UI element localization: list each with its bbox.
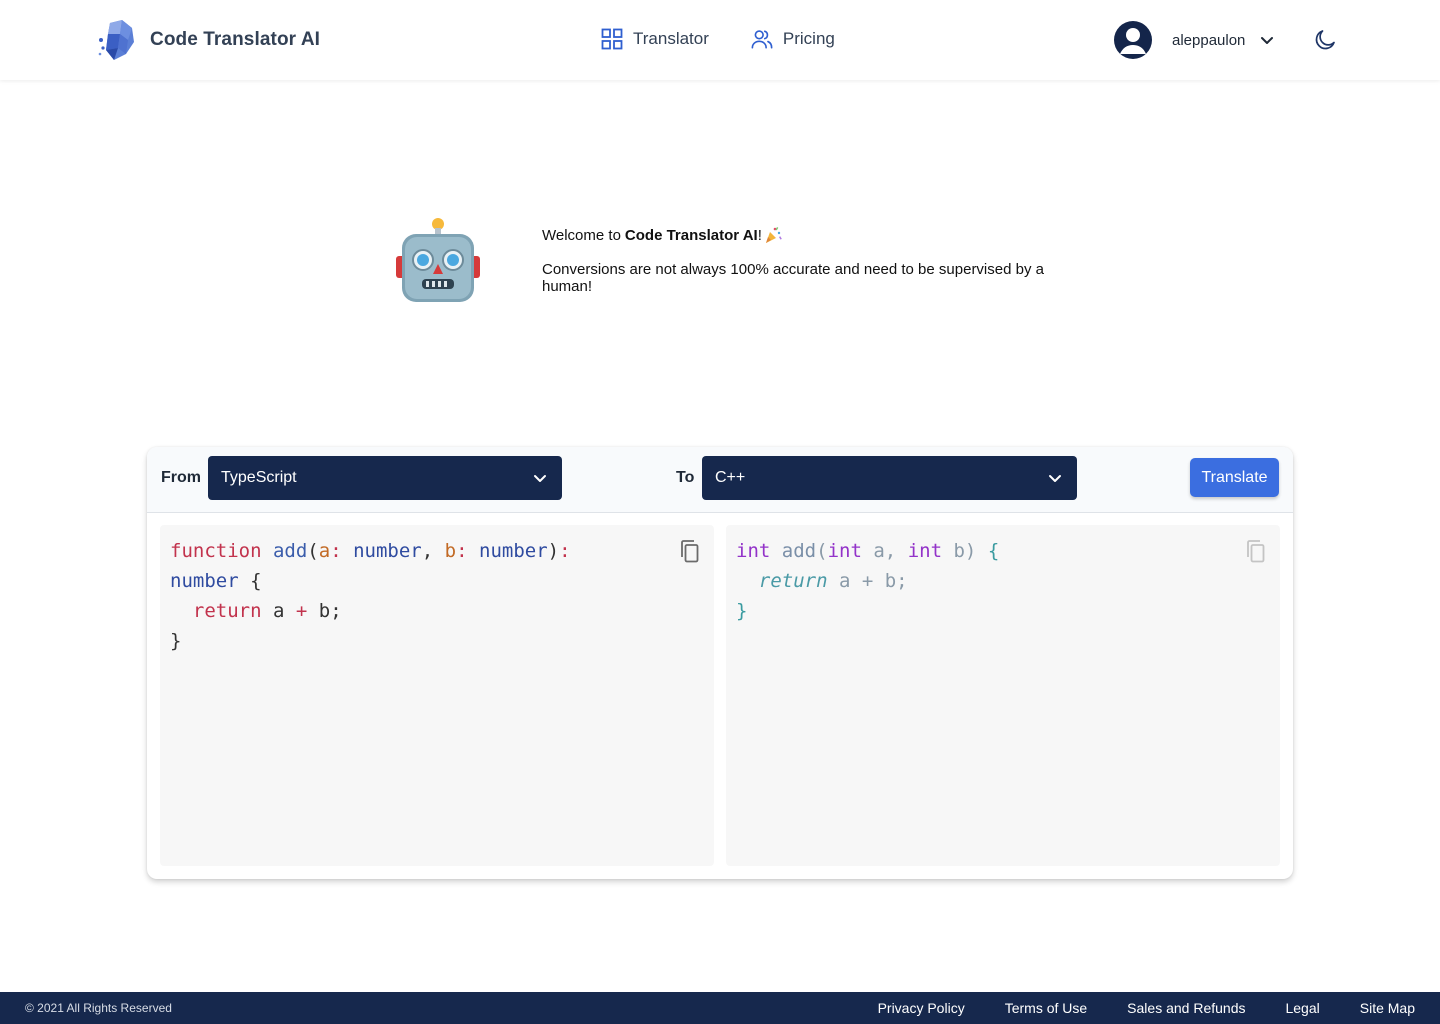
- copy-icon[interactable]: [1244, 539, 1266, 563]
- brand-logo-icon: [98, 20, 134, 60]
- code-line: return a + b;: [758, 570, 908, 592]
- copy-icon[interactable]: [678, 539, 700, 563]
- code-line: number {: [170, 570, 262, 592]
- grid-icon: [601, 28, 623, 50]
- nav-translator-label: Translator: [633, 29, 709, 48]
- chevron-down-icon: [1049, 475, 1061, 482]
- to-label: To: [676, 469, 695, 486]
- to-language-value: C++: [715, 469, 746, 486]
- chevron-down-icon: [534, 475, 546, 482]
- avatar[interactable]: [1114, 21, 1152, 59]
- robot-icon: [396, 218, 480, 302]
- code-line: }: [736, 600, 748, 622]
- welcome-section: Welcome to Code Translator AI ! Conversi…: [396, 216, 1056, 306]
- brand[interactable]: Code Translator AI: [98, 20, 320, 60]
- welcome-suffix: !: [757, 226, 762, 244]
- user-avatar-icon: [1120, 28, 1146, 54]
- footer-link-terms-of-use[interactable]: Terms of Use: [1005, 1000, 1087, 1016]
- source-code-editor[interactable]: function add(a: number, b: number): numbe…: [160, 525, 714, 866]
- code-line: }: [170, 630, 182, 652]
- user-name: aleppaulon: [1172, 31, 1246, 49]
- from-label: From: [161, 469, 201, 486]
- main-nav: Translator Pricing: [601, 28, 835, 50]
- users-icon: [751, 30, 773, 49]
- party-popper-icon: [765, 227, 782, 243]
- copyright: © 2021 All Rights Reserved: [25, 1001, 172, 1015]
- translator-toolbar: From TypeScript To C++ Translate: [147, 447, 1293, 513]
- moon-icon[interactable]: [1313, 28, 1337, 52]
- brand-name: Code Translator AI: [150, 29, 321, 50]
- footer-link-privacy-policy[interactable]: Privacy Policy: [878, 1000, 965, 1016]
- top-nav-bar: Code Translator AI Translator Pricing al…: [0, 0, 1440, 80]
- from-language-select[interactable]: TypeScript: [208, 456, 562, 500]
- source-code[interactable]: function add(a: number, b: number): numbe…: [170, 536, 571, 656]
- translated-code: int add(int a, int b) { return a + b;}: [736, 536, 999, 626]
- user-menu[interactable]: aleppaulon: [1114, 21, 1275, 59]
- footer-link-sales-and-refunds[interactable]: Sales and Refunds: [1127, 1000, 1245, 1016]
- welcome-text: Welcome to Code Translator AI ! Conversi…: [542, 226, 1052, 296]
- welcome-heading: Welcome to Code Translator AI !: [542, 226, 1052, 244]
- welcome-prefix: Welcome to: [542, 226, 621, 244]
- nav-pricing-label: Pricing: [782, 29, 835, 48]
- translate-button[interactable]: Translate: [1190, 458, 1279, 497]
- code-line: return a + b;: [192, 600, 342, 622]
- welcome-disclaimer: Conversions are not always 100% accurate…: [542, 261, 1044, 295]
- nav-translator[interactable]: Translator: [601, 28, 709, 50]
- footer: © 2021 All Rights Reserved Privacy Polic…: [0, 992, 1440, 1024]
- footer-links: Privacy Policy Terms of Use Sales and Re…: [878, 1000, 1415, 1016]
- chevron-down-icon[interactable]: [1259, 32, 1275, 48]
- to-language-select[interactable]: C++: [702, 456, 1077, 500]
- from-language-value: TypeScript: [221, 469, 297, 486]
- footer-link-legal[interactable]: Legal: [1285, 1000, 1319, 1016]
- code-line: function add(a: number, b: number):: [170, 540, 571, 562]
- code-line: int add(int a, int b) {: [736, 540, 1000, 562]
- translated-code-editor[interactable]: int add(int a, int b) { return a + b;}: [726, 525, 1280, 866]
- footer-link-site-map[interactable]: Site Map: [1360, 1000, 1415, 1016]
- welcome-app-name: Code Translator AI: [624, 226, 758, 244]
- nav-pricing[interactable]: Pricing: [751, 28, 835, 50]
- translator-card: From TypeScript To C++ Translate functio…: [147, 447, 1293, 879]
